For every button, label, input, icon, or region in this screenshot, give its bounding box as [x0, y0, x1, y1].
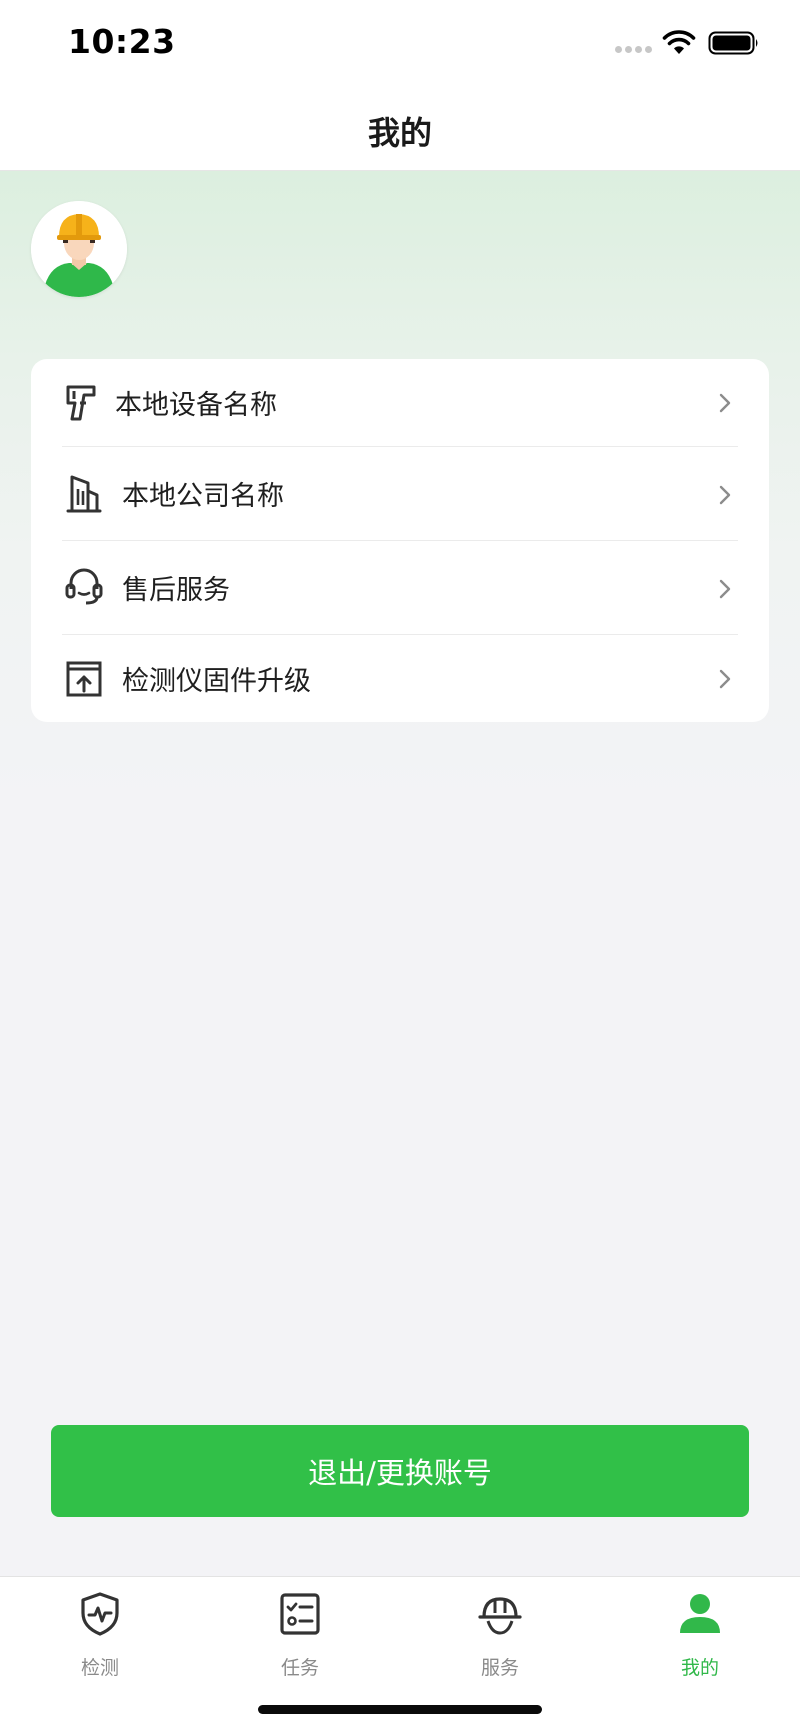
tab-label: 检测 [80, 1657, 119, 1679]
firmware-upgrade-icon [66, 661, 102, 697]
chevron-right-icon [719, 393, 731, 413]
status-time: 10:23 [68, 22, 176, 61]
checklist-icon [280, 1593, 320, 1635]
worker-hardhat-avatar-icon [31, 201, 127, 297]
tab-mine[interactable]: 我的 [600, 1577, 800, 1687]
status-bar: 10:23 [0, 0, 800, 88]
page-title: 我的 [367, 114, 432, 152]
menu-item-label: 本地设备名称 [115, 390, 277, 421]
tab-label: 任务 [280, 1657, 319, 1679]
menu-item-local-company-name[interactable]: 本地公司名称 [31, 447, 769, 541]
shield-pulse-icon [81, 1592, 119, 1636]
menu-item-label: 售后服务 [122, 575, 230, 606]
tab-label: 服务 [480, 1657, 519, 1679]
headset-icon [65, 568, 103, 605]
hardhat-icon [478, 1597, 522, 1635]
tab-service[interactable]: 服务 [400, 1577, 600, 1687]
chevron-right-icon [719, 485, 731, 505]
wifi-icon [662, 30, 696, 54]
menu-item-local-device-name[interactable]: 本地设备名称 [31, 359, 769, 447]
avatar[interactable] [31, 201, 127, 297]
tab-tasks[interactable]: 任务 [200, 1577, 400, 1687]
home-indicator [258, 1705, 542, 1714]
chevron-right-icon [719, 669, 731, 689]
tab-detect[interactable]: 检测 [0, 1577, 200, 1687]
menu-item-after-sales-service[interactable]: 售后服务 [31, 541, 769, 635]
nav-bar: 我的 [0, 88, 800, 171]
tab-label: 我的 [680, 1657, 719, 1679]
logout-switch-account-button[interactable]: 退出/更换账号 [51, 1425, 749, 1517]
menu-item-label: 检测仪固件升级 [122, 666, 311, 697]
scanner-gun-icon [66, 385, 96, 421]
battery-icon [708, 31, 758, 55]
building-icon [66, 475, 102, 513]
menu-item-label: 本地公司名称 [122, 481, 284, 512]
chevron-right-icon [719, 579, 731, 599]
settings-menu-card: 本地设备名称 本地公司名称 售后服务 检测仪固件升级 [31, 359, 769, 722]
menu-item-firmware-upgrade[interactable]: 检测仪固件升级 [31, 635, 769, 722]
user-icon [680, 1594, 720, 1633]
cellular-signal-icon [615, 46, 652, 53]
